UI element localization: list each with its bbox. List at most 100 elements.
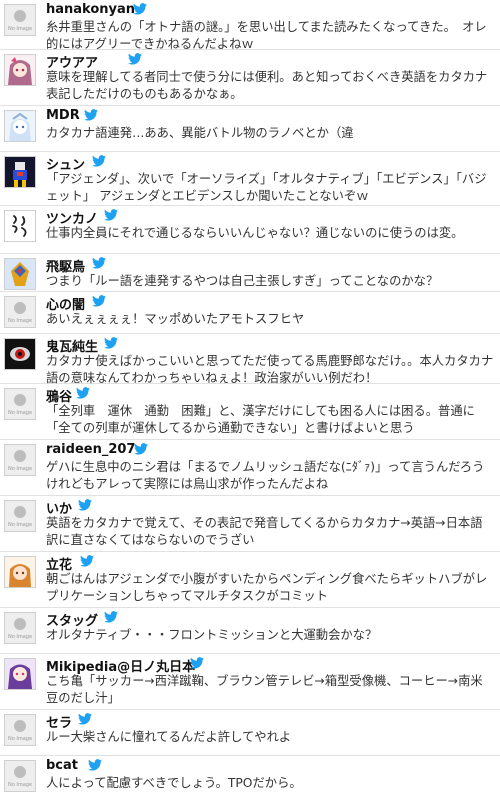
no-image-placeholder: No Image	[5, 501, 35, 531]
twitter-bird-icon	[76, 387, 90, 399]
no-image-label: No Image	[7, 782, 33, 788]
anime-girl-pink-avatar	[5, 659, 35, 689]
avatar[interactable]	[4, 110, 36, 142]
no-image-placeholder: No Image	[5, 715, 35, 745]
no-image-placeholder: No Image	[5, 297, 35, 327]
anime-girl-orange-avatar	[5, 557, 35, 587]
avatar[interactable]	[4, 258, 36, 290]
robot-avatar	[5, 157, 35, 187]
tweet-text: 朝ごはんはアジェンダで小腹がすいたからペンディング食べたらギットハブがレプリケー…	[46, 572, 488, 603]
tweet-item: Mikipedia@日ノ丸日本 こち亀「サッカー→西洋蹴鞠、ブラウン管テレビ→箱…	[0, 654, 500, 710]
tweet-text: ゲハに生息中のニシ君は「まるでノムリッシュ語だな(ﾆﾀﾞｧ)」って言うんだろうけ…	[46, 460, 485, 491]
tweet-text: カタカナ語連発…ああ、異能バトル物のラノベとか（違	[46, 126, 354, 140]
red-eye-avatar	[5, 339, 35, 369]
avatar[interactable]: No Image	[4, 500, 36, 532]
tweet-text: 仕事内全員にそれで通じるならいいんじゃない？通じないのに使うのは変。	[46, 226, 464, 240]
no-image-label: No Image	[7, 634, 33, 640]
twitter-bird-icon	[128, 53, 142, 65]
user-name[interactable]: MDR	[46, 108, 80, 123]
tweet-text: オルタナティブ・・・フロントミッションと大運動会かな？	[46, 628, 378, 642]
avatar[interactable]	[4, 156, 36, 188]
avatar[interactable]: No Image	[4, 388, 36, 420]
no-image-label: No Image	[7, 410, 33, 416]
tweet-item: No Image 鴉谷 「全列車 運休 通勤 困難」と、漢字だけにしても困る人に…	[0, 384, 500, 440]
tweet-item: ツンカノ 仕事内全員にそれで通じるならいいんじゃない？通じないのに使うのは変。	[0, 206, 500, 254]
tweet-text: ルー大柴さんに憧れてるんだよ許してやれよ	[46, 730, 292, 744]
tweet-item: No Image いか 英語をカタカナで覚えて、その表記で発音してくるからカタカ…	[0, 496, 500, 552]
twitter-bird-icon	[190, 657, 204, 669]
avatar[interactable]: No Image	[4, 612, 36, 644]
no-image-placeholder: No Image	[5, 389, 35, 419]
calligraphy-avatar	[5, 211, 35, 241]
person-icon	[14, 302, 26, 314]
no-image-label: No Image	[7, 522, 33, 528]
avatar[interactable]: No Image	[4, 760, 36, 792]
person-icon	[14, 506, 26, 518]
no-image-label: No Image	[7, 736, 33, 742]
avatar[interactable]: No Image	[4, 296, 36, 328]
tweet-item: No Image bcat 人によって配慮すべきでしょう。TPOだから。	[0, 756, 500, 795]
twitter-bird-icon	[92, 257, 106, 269]
tweet-item: 立花 朝ごはんはアジェンダで小腹がすいたからペンディング食べたらギットハブがレプ…	[0, 552, 500, 608]
tweet-text: こち亀「サッカー→西洋蹴鞠、ブラウン管テレビ→箱型受像機、コーヒー→南米豆のだし…	[46, 674, 483, 705]
twitter-bird-icon	[92, 295, 106, 307]
avatar[interactable]: No Image	[4, 4, 36, 36]
twitter-bird-icon	[80, 555, 94, 567]
no-image-placeholder: No Image	[5, 5, 35, 35]
tweet-item: No Image セラ ルー大柴さんに憧れてるんだよ許してやれよ	[0, 710, 500, 756]
anime-character-avatar	[5, 111, 35, 141]
person-icon	[14, 10, 26, 22]
tweet-text: 糸井重里さんの「オトナ語の謎。」を思い出してまた読みたくなってきた。 オレ的には…	[46, 20, 487, 51]
tweet-text: あいえぇぇぇぇ！マッポめいたアモトスフヒヤ	[46, 312, 305, 326]
tweet-item: シュン 「アジェンダ」、次いで「オーソライズ」「オルタナティブ」「エビデンス」「…	[0, 152, 500, 206]
colorful-robot-avatar	[5, 259, 35, 289]
twitter-bird-icon	[134, 443, 148, 455]
avatar[interactable]	[4, 210, 36, 242]
tweet-text: カタカナ使えばかっこいいと思ってただ使ってる馬鹿野郎なだけ。。本人カタカナ語の意…	[46, 354, 494, 385]
anime-girl-avatar	[5, 55, 35, 85]
avatar[interactable]: No Image	[4, 444, 36, 476]
twitter-bird-icon	[78, 713, 92, 725]
tweet-item: No Image raideen_207 ゲハに生息中のニシ君は「まるでノムリッ…	[0, 440, 500, 496]
person-icon	[14, 450, 26, 462]
twitter-bird-icon	[133, 3, 147, 15]
tweet-item: No Image hanakonyan 糸井重里さんの「オトナ語の謎。」を思い出…	[0, 0, 500, 51]
avatar[interactable]	[4, 338, 36, 370]
twitter-bird-icon	[104, 337, 118, 349]
twitter-bird-icon	[92, 155, 106, 167]
person-icon	[14, 766, 26, 778]
no-image-placeholder: No Image	[5, 613, 35, 643]
no-image-label: No Image	[7, 318, 33, 324]
tweet-item: 飛駆鳥 つまり「ルー語を連発するやつは自己主張しすぎ」ってことなのかな？	[0, 254, 500, 292]
tweet-text: つまり「ルー語を連発するやつは自己主張しすぎ」ってことなのかな？	[46, 274, 439, 288]
person-icon	[14, 720, 26, 732]
tweet-item: MDR カタカナ語連発…ああ、異能バトル物のラノベとか（違	[0, 106, 500, 152]
tweet-text: 意味を理解してる者同士で使う分には便利。あと知っておくべき英語をカタカナ表記した…	[46, 70, 488, 101]
tweet-text: 「全列車 運休 通勤 困難」と、漢字だけにしても困る人には困る。普通に「全ての列…	[46, 404, 475, 435]
avatar[interactable]	[4, 658, 36, 690]
twitter-bird-icon	[104, 611, 118, 623]
tweet-item: No Image 心の闇 あいえぇぇぇぇ！マッポめいたアモトスフヒヤ	[0, 292, 500, 334]
twitter-bird-icon	[78, 499, 92, 511]
person-icon	[14, 394, 26, 406]
no-image-label: No Image	[7, 26, 33, 32]
user-name[interactable]: hanakonyan	[46, 2, 135, 17]
user-name[interactable]: bcat	[46, 758, 78, 773]
avatar[interactable]	[4, 556, 36, 588]
user-name[interactable]: raideen_207	[46, 442, 135, 457]
tweet-text: 「アジェンダ」、次いで「オーソライズ」「オルタナティブ」「エビデンス」「バジェッ…	[46, 172, 487, 203]
tweet-item: アウアア 意味を理解してる者同士で使う分には便利。あと知っておくべき英語をカタカ…	[0, 50, 500, 106]
twitter-bird-icon	[88, 759, 102, 771]
avatar[interactable]: No Image	[4, 714, 36, 746]
no-image-placeholder: No Image	[5, 761, 35, 791]
tweet-item: No Image スタッグ オルタナティブ・・・フロントミッションと大運動会かな…	[0, 608, 500, 654]
avatar[interactable]	[4, 54, 36, 86]
no-image-placeholder: No Image	[5, 445, 35, 475]
no-image-label: No Image	[7, 466, 33, 472]
person-icon	[14, 618, 26, 630]
twitter-bird-icon	[84, 109, 98, 121]
tweet-item: 鬼瓦純生 カタカナ使えばかっこいいと思ってただ使ってる馬鹿野郎なだけ。。本人カタ…	[0, 334, 500, 385]
tweet-text: 英語をカタカナで覚えて、その表記で発音してくるからカタカナ→英語→日本語訳に直さ…	[46, 516, 483, 547]
tweet-text: 人によって配慮すべきでしょう。TPOだから。	[46, 776, 302, 790]
twitter-bird-icon	[104, 209, 118, 221]
